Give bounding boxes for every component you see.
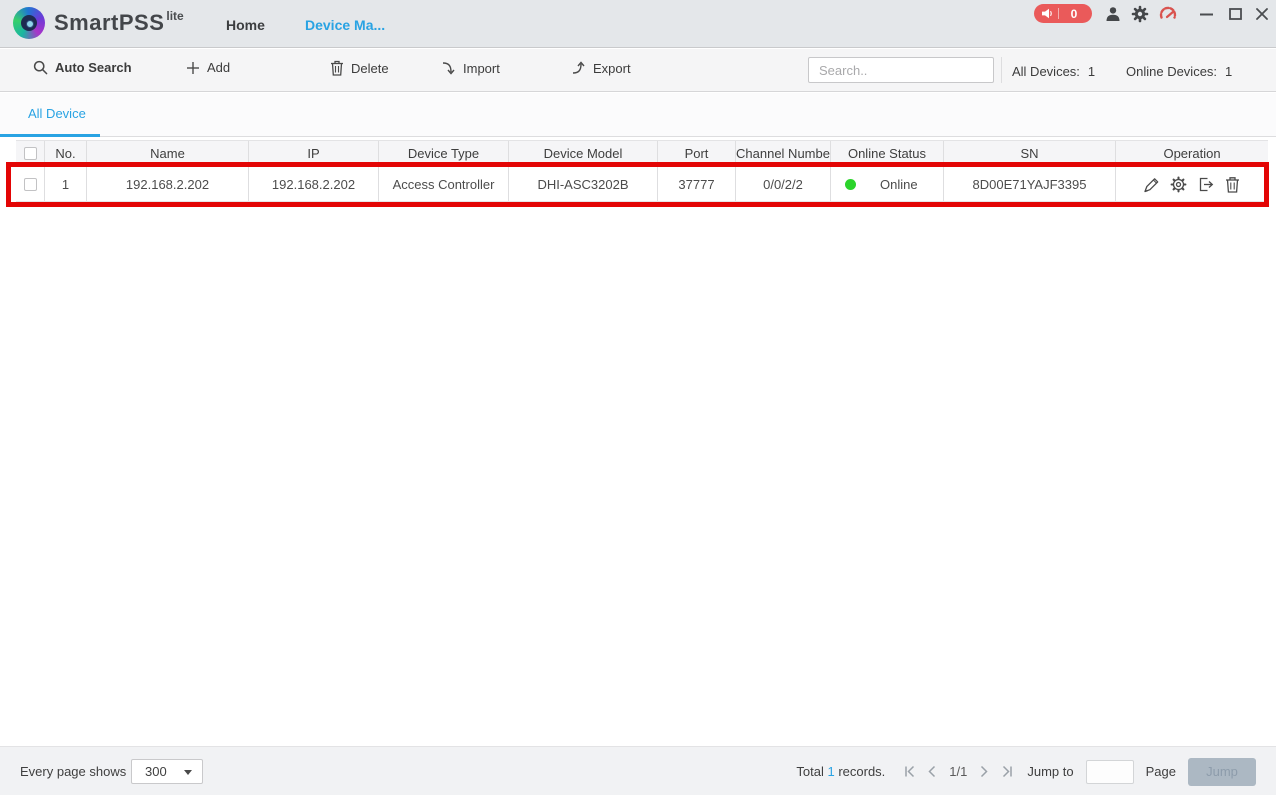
header-device-model[interactable]: Device Model <box>508 141 657 166</box>
cell-channel-number: 0/0/2/2 <box>735 167 830 201</box>
delete-trash-icon[interactable] <box>1223 175 1242 194</box>
online-status-label: Online <box>880 176 918 192</box>
notification-pill[interactable]: 0 <box>1034 4 1092 23</box>
app-logo: SmartPSS lite <box>13 7 184 39</box>
close-button[interactable] <box>1252 4 1272 24</box>
add-label: Add <box>207 60 231 75</box>
export-label: Export <box>593 60 631 76</box>
jump-button[interactable]: Jump <box>1188 757 1256 786</box>
view-tabstrip: All Device <box>0 93 1276 137</box>
cell-name: 192.168.2.202 <box>86 167 248 201</box>
header-online-status[interactable]: Online Status <box>830 141 943 166</box>
header-sn[interactable]: SN <box>943 141 1115 166</box>
cell-device-type: Access Controller <box>378 167 508 201</box>
pager: Total 1 records. 1/1 Jump to Page Jump <box>796 757 1256 786</box>
cell-operation <box>1115 167 1268 201</box>
online-devices-value: 1 <box>1225 64 1233 79</box>
jump-to-label: Jump to <box>1027 764 1074 779</box>
page-size-value: 300 <box>145 764 167 779</box>
delete-button[interactable]: Delete <box>330 60 389 76</box>
chevron-down-icon <box>184 770 192 775</box>
device-table: No. Name IP Device Type Device Model Por… <box>16 140 1268 202</box>
toolbar: Auto Search Add Delete Import Export Sea… <box>0 49 1276 92</box>
last-page-icon[interactable] <box>995 762 1017 782</box>
first-page-icon[interactable] <box>899 762 921 782</box>
page-label: Page <box>1145 764 1176 779</box>
search-input[interactable] <box>819 62 995 78</box>
header-port[interactable]: Port <box>657 141 735 166</box>
tab-home[interactable]: Home <box>226 17 265 33</box>
online-status-dot <box>845 178 856 190</box>
prev-page-icon[interactable] <box>921 762 943 782</box>
cell-port: 37777 <box>657 167 735 201</box>
row-checkbox[interactable] <box>23 177 37 191</box>
header-name[interactable]: Name <box>86 141 248 166</box>
tab-all-device-underline <box>0 134 100 137</box>
config-gear-icon[interactable] <box>1169 175 1188 194</box>
titlebar: SmartPSS lite Home Device Ma... 0 <box>0 0 1276 48</box>
table-header-row: No. Name IP Device Type Device Model Por… <box>16 140 1268 167</box>
every-page-shows-label: Every page shows <box>20 764 127 779</box>
header-ip[interactable]: IP <box>248 141 378 166</box>
all-devices-count: All Devices: 1 <box>1012 64 1096 79</box>
tab-device-manager[interactable]: Device Ma... <box>305 17 385 33</box>
row-checkbox-cell <box>16 167 44 201</box>
cell-ip: 192.168.2.202 <box>248 167 378 201</box>
speaker-icon <box>1042 8 1052 19</box>
total-records-text: Total 1 records. <box>796 764 886 779</box>
header-device-type[interactable]: Device Type <box>378 141 508 166</box>
page-size-select[interactable]: 300 <box>131 759 203 784</box>
search-box <box>808 57 995 83</box>
pagination-bar: Every page shows 300 Total 1 records. 1/… <box>0 746 1276 795</box>
import-label: Import <box>463 60 500 76</box>
cell-device-model: DHI-ASC3202B <box>508 167 657 201</box>
header-checkbox-cell <box>16 141 44 166</box>
tab-all-device[interactable]: All Device <box>28 106 86 121</box>
logout-icon[interactable] <box>1196 175 1215 194</box>
app-badge-lite: lite <box>166 9 184 23</box>
import-arrow-icon <box>442 62 455 75</box>
header-no[interactable]: No. <box>44 141 86 166</box>
edit-pencil-icon[interactable] <box>1142 175 1161 194</box>
export-arrow-icon <box>572 61 585 74</box>
select-all-checkbox[interactable] <box>23 147 37 160</box>
add-button[interactable]: Add <box>186 60 230 75</box>
notification-count: 0 <box>1070 6 1078 21</box>
header-channel-number[interactable]: Channel Numbe <box>735 141 830 166</box>
gauge-icon[interactable] <box>1159 5 1177 23</box>
export-button[interactable]: Export <box>570 60 631 76</box>
cell-no: 1 <box>44 167 86 201</box>
smartpss-logo-icon <box>13 7 45 39</box>
trash-icon <box>331 60 343 76</box>
jump-page-input[interactable] <box>1085 759 1134 784</box>
next-page-icon[interactable] <box>973 762 995 782</box>
auto-search-label: Auto Search <box>55 60 132 75</box>
cell-sn: 8D00E71YAJF3395 <box>943 167 1115 201</box>
import-button[interactable]: Import <box>440 60 500 76</box>
total-records-count: 1 <box>827 764 835 779</box>
maximize-button[interactable] <box>1225 4 1245 24</box>
online-devices-count: Online Devices: 1 <box>1126 64 1233 79</box>
table-row[interactable]: 1 192.168.2.202 192.168.2.202 Access Con… <box>16 167 1268 202</box>
gear-icon[interactable] <box>1131 5 1149 23</box>
header-operation[interactable]: Operation <box>1115 141 1268 166</box>
user-icon[interactable] <box>1104 5 1122 23</box>
cell-online-status: Online <box>830 167 943 201</box>
delete-label: Delete <box>351 60 389 76</box>
toolbar-divider <box>1001 57 1002 83</box>
page-indicator: 1/1 <box>949 764 968 779</box>
auto-search-button[interactable]: Auto Search <box>33 60 132 75</box>
plus-icon <box>187 61 199 74</box>
app-name: SmartPSS <box>54 10 165 35</box>
all-devices-value: 1 <box>1087 64 1096 79</box>
search-icon <box>33 60 48 75</box>
minimize-button[interactable] <box>1196 4 1216 24</box>
